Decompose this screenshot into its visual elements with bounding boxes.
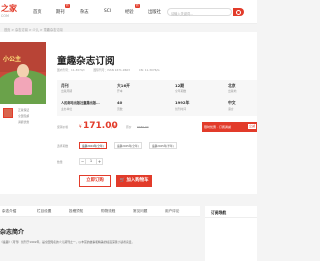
nav-item-journals[interactable]: 期刊 (56, 9, 65, 15)
side-panel-divider (205, 217, 257, 218)
plus-icon[interactable]: + (96, 158, 103, 165)
detail-tabs: 杂志介绍 栏目设置 投稿须知 购物流程 常见问题 用户评论 (0, 206, 200, 217)
info-label: 语言 (228, 107, 234, 111)
add-to-cart-button[interactable]: 🛒 加入购物车 (116, 175, 152, 187)
cart-icon: 🛒 (119, 178, 125, 183)
magazine-intro-text: 《童趣》（月刊）创刊于1992年，是全国知名的少儿期刊之一，以丰富的故事和精美的… (0, 240, 135, 244)
tab-faq[interactable]: 常见问题 (133, 209, 147, 214)
cover-figure-head (17, 64, 29, 78)
info-label: 出版地 (228, 89, 237, 93)
site-logo[interactable]: 之家 (1, 5, 17, 13)
info-label: 主办单位 (61, 107, 73, 111)
subscription-nav-panel: 订阅导航 (205, 206, 257, 261)
info-value: 人民邮电出版社童趣出版... (61, 101, 100, 105)
price-unit: / 年 (111, 125, 117, 129)
nav-item-experience[interactable]: 经验 (125, 9, 134, 15)
section-title: 杂志简介 (0, 229, 25, 236)
promo-tag: 立减 (247, 124, 256, 129)
info-value: 40 (117, 100, 123, 105)
top-nav: 之家 COM 首页 期刊 新 杂志 SCI 经验 新 出版社 请输入关键词... (0, 0, 257, 24)
meta-cn: 国内刊号：11-3074/I (57, 68, 85, 72)
minus-icon[interactable]: − (79, 158, 86, 165)
tab-process[interactable]: 购物流程 (101, 209, 115, 214)
add-to-cart-label: 加入购物车 (126, 178, 149, 183)
side-panel-title: 订阅导航 (211, 210, 227, 215)
search-input[interactable]: 请输入关键词... (167, 8, 232, 16)
nav-badge-experience: 新 (135, 4, 140, 8)
tab-columns[interactable]: 栏目设置 (37, 209, 51, 214)
original-price-label: 原价 (126, 125, 132, 129)
tab-intro[interactable]: 杂志介绍 (2, 209, 16, 214)
magazine-cover-image[interactable]: 小公主 (0, 42, 46, 104)
info-label: 创刊时间 (175, 107, 187, 111)
nav-item-sci[interactable]: SCI (104, 9, 111, 14)
shipping-note: 全国包邮 (18, 114, 30, 118)
promo-text: 限时优惠 · 订阅满减 (204, 125, 231, 129)
nav-item-publishers[interactable]: 出版社 (148, 9, 161, 15)
tab-reviews[interactable]: 用户评论 (165, 209, 179, 214)
period-option[interactable]: 童趣2025年(半年) (149, 142, 177, 149)
guarantee-note: 正版保证 (18, 108, 30, 112)
period-option[interactable]: 童趣2025年(全年) (114, 142, 142, 149)
info-value: 中文 (228, 100, 236, 105)
quantity-value[interactable]: 1 (86, 158, 96, 165)
info-label: 页数 (117, 107, 123, 111)
info-value: 1992年 (175, 100, 190, 105)
cover-figure-dress (14, 77, 32, 95)
buy-now-button[interactable]: 立即订购 (79, 175, 111, 187)
site-logo-sub: COM (1, 14, 10, 18)
promo-banner[interactable]: 限时优惠 · 订阅满减 立减 (202, 122, 257, 132)
product-title: 童趣杂志订阅 (57, 56, 115, 67)
tab-submission[interactable]: 投稿须知 (69, 209, 83, 214)
nav-badge-journals: 新 (65, 4, 70, 8)
product-info-box: 月刊 出版周期 大16开 开本 12期 全年期数 北京 出版地 人民邮电出版社童… (57, 80, 257, 116)
cover-title: 小公主 (3, 56, 22, 63)
info-label: 出版周期 (61, 89, 73, 93)
meta-issn: 国际刊号：ISSN 1671-9603 (93, 68, 130, 72)
nav-item-magazines[interactable]: 杂志 (80, 9, 89, 15)
cover-thumbnail[interactable] (3, 108, 13, 118)
original-price: ¥180.00 (137, 125, 149, 129)
price-label: 促销价格 (57, 125, 69, 129)
search-icon[interactable] (233, 8, 244, 16)
nav-item-home[interactable]: 首页 (33, 9, 42, 15)
period-label: 选择期数 (57, 144, 69, 148)
meta-cn2: CN: 11-3076/G (138, 68, 160, 72)
quantity-label: 数量 (57, 160, 63, 164)
info-label: 全年期数 (175, 89, 187, 93)
discount-note: 满额优惠 (18, 120, 30, 124)
product-meta: 国内刊号：11-3074/I 国际刊号：ISSN 1671-9603 CN: 1… (57, 68, 168, 72)
info-label: 开本 (117, 89, 123, 93)
price-currency: ¥ (79, 124, 82, 129)
period-option-selected[interactable]: 童趣2024年(全年) (79, 142, 107, 149)
price-row: 促销价格 ¥ 171.00 / 年 原价 ¥180.00 限时优惠 · 订阅满减… (57, 121, 257, 133)
